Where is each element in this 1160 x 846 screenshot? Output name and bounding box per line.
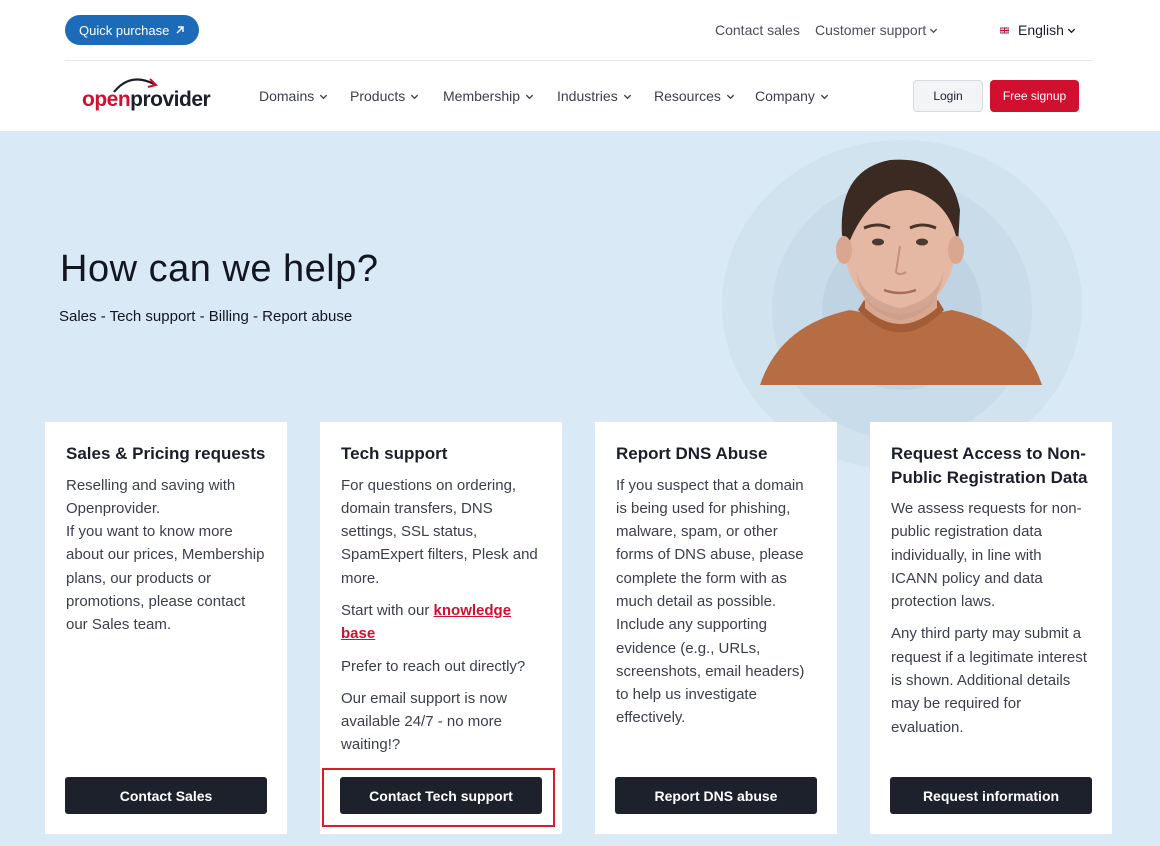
card-text: Start with our knowledge base — [341, 599, 542, 646]
openprovider-logo[interactable]: openprovider — [82, 76, 211, 112]
chevron-down-icon — [726, 94, 735, 99]
free-signup-button[interactable]: Free signup — [990, 80, 1079, 112]
contact-sales-link[interactable]: Contact sales — [715, 22, 800, 38]
language-selector[interactable]: English — [1000, 22, 1076, 38]
nav-products[interactable]: Products — [350, 88, 419, 104]
nav-company-label: Company — [755, 88, 815, 104]
card-registration-data: Request Access to Non-Public Registratio… — [870, 422, 1112, 834]
highlight-box — [322, 768, 555, 827]
chevron-down-icon — [930, 28, 938, 33]
uk-flag-icon — [1000, 26, 1009, 34]
nav-resources-label: Resources — [654, 88, 721, 104]
chevron-down-icon — [623, 94, 631, 99]
customer-support-dropdown[interactable]: Customer support — [815, 22, 938, 38]
header-divider — [65, 60, 1092, 61]
chevron-down-icon — [820, 94, 829, 99]
card-title: Tech support — [341, 444, 448, 463]
card-text: Any third party may submit a request if … — [891, 625, 1087, 736]
support-person-photo — [760, 159, 1042, 385]
card-text: Prefer to reach out directly? — [341, 657, 526, 675]
card-text-prefix: Start with our — [341, 601, 434, 619]
hero-subtitle: Sales - Tech support - Billing - Report … — [59, 308, 353, 325]
card-report-abuse: Report DNS Abuse If you suspect that a d… — [595, 422, 837, 834]
quick-purchase-label: Quick purchase — [79, 22, 170, 38]
card-text: Reselling and saving with Openprovider. — [66, 476, 236, 517]
card-title: Report DNS Abuse — [616, 444, 768, 463]
nav-products-label: Products — [350, 88, 406, 104]
nav-membership[interactable]: Membership — [443, 88, 534, 104]
card-title: Request Access to Non-Public Registratio… — [891, 444, 1088, 487]
chevron-down-icon — [411, 94, 419, 99]
chevron-down-icon — [525, 94, 534, 99]
hero-title: How can we help? — [60, 248, 379, 290]
card-text: We assess requests for non-public regist… — [891, 500, 1082, 611]
nav-membership-label: Membership — [443, 88, 521, 104]
arrow-up-right-icon — [176, 26, 185, 34]
contact-sales-label: Contact sales — [715, 22, 800, 38]
contact-sales-button[interactable]: Contact Sales — [65, 777, 267, 814]
nav-resources[interactable]: Resources — [654, 88, 735, 104]
card-text: Our email support is now available 24/7 … — [341, 689, 507, 754]
nav-company[interactable]: Company — [755, 88, 829, 104]
nav-industries[interactable]: Industries — [557, 88, 632, 104]
login-button[interactable]: Login — [913, 80, 983, 112]
request-information-button[interactable]: Request information — [890, 777, 1092, 814]
card-sales: Sales & Pricing requests Reselling and s… — [45, 422, 287, 834]
card-text: For questions on ordering, domain transf… — [341, 476, 538, 587]
report-dns-abuse-button[interactable]: Report DNS abuse — [615, 777, 817, 814]
nav-domains[interactable]: Domains — [259, 88, 328, 104]
quick-purchase-button[interactable]: Quick purchase — [65, 15, 200, 45]
card-text: If you suspect that a domain is being us… — [616, 476, 805, 727]
chevron-down-icon — [320, 94, 328, 99]
logo-text-provider: provider — [130, 88, 211, 111]
customer-support-label: Customer support — [815, 22, 927, 38]
card-title: Sales & Pricing requests — [66, 444, 266, 463]
nav-domains-label: Domains — [259, 88, 315, 104]
nav-industries-label: Industries — [557, 88, 618, 104]
language-label: English — [1018, 22, 1064, 38]
chevron-down-icon — [1067, 28, 1076, 33]
logo-text-open: open — [82, 88, 131, 111]
card-text: If you want to know more about our price… — [66, 523, 265, 634]
